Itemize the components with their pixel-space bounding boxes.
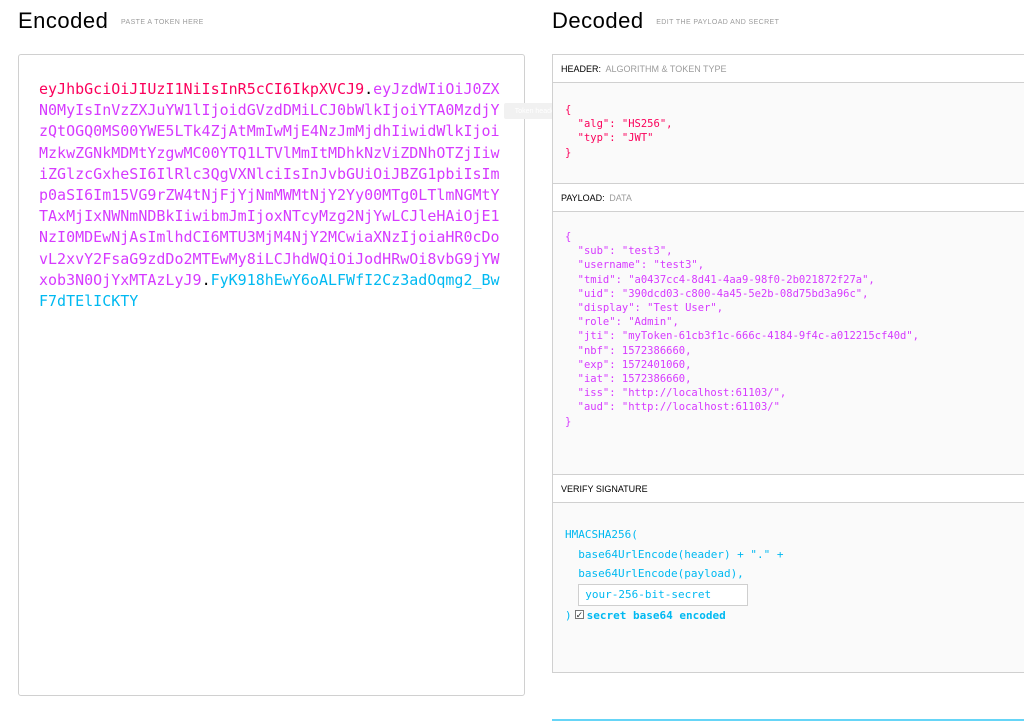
token-text[interactable]: eyJhbGciOiJIUzI1NiIsInR5cCI6IkpXVCJ9.eyJ… (39, 79, 504, 312)
decoded-title: Decoded (552, 8, 644, 33)
secret-input[interactable]: your-256-bit-secret (578, 583, 749, 606)
encoded-token-editor[interactable]: eyJhbGciOiJIUzI1NiIsInR5cCI6IkpXVCJ9.eyJ… (18, 54, 525, 696)
payload-panel-sublabel: DATA (609, 193, 632, 203)
token-header-part: eyJhbGciOiJIUzI1NiIsInR5cCI6IkpXVCJ9 (39, 80, 365, 98)
decoded-subtitle: EDIT THE PAYLOAD AND SECRET (656, 18, 780, 26)
token-dot-2: . (201, 270, 211, 289)
header-json-editor[interactable]: { "alg": "HS256", "typ": "JWT" } (553, 83, 1024, 183)
bottom-divider (552, 719, 1024, 721)
tooltip-text: Token header (514, 107, 558, 115)
header-panel-label: HEADER: (561, 64, 602, 74)
verify-panel-label: VERIFY SIGNATURE (561, 484, 648, 494)
encoded-subtitle: PASTE A TOKEN HERE (120, 18, 204, 26)
verify-signature-body: HMACSHA256( base64UrlEncode(header) + ".… (553, 503, 1024, 673)
hmac-line-1: HMACSHA256( (565, 528, 638, 541)
hmac-line-3: base64UrlEncode(payload), (565, 567, 744, 580)
hmac-line-2: base64UrlEncode(header) + "." + (565, 547, 784, 561)
decoded-column: HEADER: ALGORITHM & TOKEN TYPE { "alg": … (552, 54, 1024, 673)
token-dot-1: . (364, 80, 374, 98)
secret-base64-checkbox[interactable] (574, 607, 584, 627)
payload-panel-heading: PAYLOAD: DATA (553, 184, 1024, 212)
header-panel: HEADER: ALGORITHM & TOKEN TYPE { "alg": … (552, 54, 1024, 183)
decoded-heading: Decoded EDIT THE PAYLOAD AND SECRET (552, 8, 779, 34)
hmac-close-paren: ) (565, 608, 572, 622)
header-panel-sublabel: ALGORITHM & TOKEN TYPE (605, 64, 727, 74)
token-payload-part: eyJzdWIiOiJ0ZXN0MyIsInVzZXJuYW1lIjoidGVz… (39, 80, 500, 289)
payload-json-editor[interactable]: { "sub": "test3", "username": "test3", "… (553, 212, 1024, 474)
encoded-title: Encoded (18, 8, 109, 33)
encoded-heading: Encoded PASTE A TOKEN HERE (18, 8, 204, 34)
verify-signature-panel: VERIFY SIGNATURE HMACSHA256( base64UrlEn… (552, 474, 1024, 673)
payload-panel: PAYLOAD: DATA { "sub": "test3", "usernam… (552, 183, 1024, 474)
secret-base64-label[interactable]: secret base64 encoded (587, 609, 726, 622)
header-panel-heading: HEADER: ALGORITHM & TOKEN TYPE (553, 55, 1024, 83)
verify-panel-heading: VERIFY SIGNATURE (553, 475, 1024, 503)
payload-panel-label: PAYLOAD: (561, 193, 605, 203)
